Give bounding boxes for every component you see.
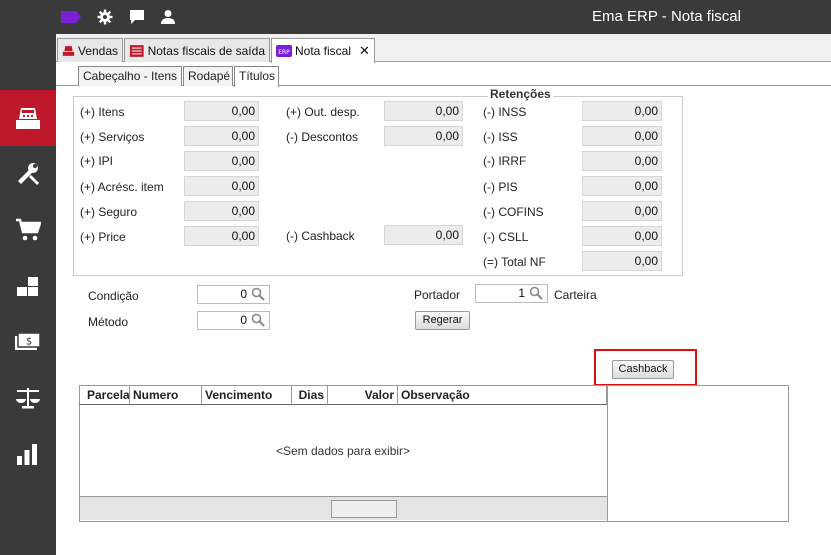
- top-bar: Ema ERP - Nota fiscal: [0, 0, 831, 34]
- sidebar-item-purchases[interactable]: [0, 202, 56, 258]
- portador-label: Portador: [414, 288, 461, 302]
- ipi-value: 0,00: [184, 151, 259, 171]
- close-icon[interactable]: ✕: [359, 43, 370, 59]
- search-icon[interactable]: [251, 313, 265, 327]
- subtab-label: Rodapé: [188, 69, 231, 83]
- csll-value: 0,00: [582, 226, 662, 246]
- cofins-label: (-) COFINS: [483, 205, 544, 219]
- retencoes-legend: Retenções: [488, 87, 553, 101]
- tab-notas-fiscais-de-saida[interactable]: Notas fiscais de saída: [124, 38, 270, 62]
- empty-message: <Sem dados para exibir>: [275, 444, 411, 458]
- descontos-value: 0,00: [384, 126, 463, 146]
- sidebar-item-accounting[interactable]: [0, 370, 56, 426]
- search-icon[interactable]: [251, 287, 265, 301]
- tab-label: Nota fiscal: [295, 44, 352, 58]
- subtab-rodape[interactable]: Rodapé: [183, 66, 233, 86]
- sidebar: $: [0, 34, 56, 555]
- svg-text:$: $: [26, 337, 32, 348]
- descontos-label: (-) Descontos: [286, 130, 359, 144]
- csll-label: (-) CSLL: [483, 230, 529, 244]
- sub-tab-bar: Cabeçalho - Itens Rodapé Títulos: [56, 62, 831, 87]
- subtab-label: Cabeçalho - Itens: [83, 69, 178, 83]
- col-numero[interactable]: Numero: [130, 386, 202, 405]
- itens-value: 0,00: [184, 101, 259, 121]
- iss-label: (-) ISS: [483, 130, 518, 144]
- cofins-value: 0,00: [582, 201, 662, 221]
- pis-value: 0,00: [582, 176, 662, 196]
- search-icon[interactable]: [529, 286, 543, 300]
- out-desp-label: (+) Out. desp.: [286, 105, 360, 119]
- inss-label: (-) INSS: [483, 105, 527, 119]
- acresc-item-label: (+) Acrésc. item: [80, 180, 164, 194]
- sidebar-item-reports[interactable]: [0, 426, 56, 482]
- app-title: Ema ERP - Nota fiscal: [592, 8, 741, 25]
- iss-value: 0,00: [582, 126, 662, 146]
- metodo-label: Método: [88, 315, 129, 329]
- servicos-value: 0,00: [184, 126, 259, 146]
- tag-icon[interactable]: [60, 9, 82, 25]
- total-nf-value: 0,00: [582, 251, 662, 271]
- chat-icon[interactable]: [128, 9, 146, 25]
- register-icon: [62, 45, 75, 56]
- grid-header: Parcela Numero Vencimento Dias Valor Obs…: [79, 386, 607, 405]
- sidebar-item-services[interactable]: [0, 146, 56, 202]
- col-valor[interactable]: Valor: [328, 386, 398, 405]
- grid-scrollbar[interactable]: [80, 496, 607, 520]
- out-desp-value: 0,00: [384, 101, 463, 121]
- acresc-item-value: 0,00: [184, 176, 259, 196]
- subtab-label: Títulos: [239, 69, 276, 83]
- register-icon: [16, 108, 40, 129]
- pis-label: (-) PIS: [483, 180, 518, 194]
- sidebar-item-finance[interactable]: $: [0, 314, 56, 370]
- col-vencimento[interactable]: Vencimento: [202, 386, 292, 405]
- tab-label: Notas fiscais de saída: [147, 43, 265, 58]
- boxes-icon: [17, 277, 38, 296]
- tab-nota-fiscal[interactable]: ERP Nota fiscal ✕: [271, 38, 375, 63]
- erp-icon: ERP: [276, 45, 292, 57]
- cashback-total-label: (-) Cashback: [286, 229, 355, 243]
- condicao-label: Condição: [88, 289, 139, 303]
- tools-icon: [18, 163, 39, 185]
- itens-label: (+) Itens: [80, 105, 125, 119]
- subtab-cabecalho-itens[interactable]: Cabeçalho - Itens: [78, 66, 182, 86]
- main-tab-bar: Vendas Notas fiscais de saída ERP Nota f…: [56, 34, 831, 63]
- sidebar-item-stock[interactable]: [0, 258, 56, 314]
- col-dias[interactable]: Dias: [292, 386, 328, 405]
- user-icon[interactable]: [159, 9, 177, 25]
- irrf-label: (-) IRRF: [483, 154, 527, 168]
- grid-divider: [607, 386, 608, 522]
- scroll-thumb[interactable]: [331, 500, 397, 518]
- tab-vendas[interactable]: Vendas: [57, 38, 123, 62]
- price-value: 0,00: [184, 226, 259, 246]
- total-nf-label: (=) Total NF: [483, 255, 546, 269]
- ipi-label: (+) IPI: [80, 154, 114, 168]
- seguro-value: 0,00: [184, 201, 259, 221]
- sidebar-item-sales[interactable]: [0, 90, 56, 146]
- regerar-button[interactable]: Regerar: [415, 311, 470, 330]
- bar-chart-icon: [17, 444, 37, 465]
- highlight-box: [594, 349, 697, 386]
- money-icon: $: [15, 332, 41, 350]
- seguro-label: (+) Seguro: [80, 205, 138, 219]
- col-parcela[interactable]: Parcela: [84, 386, 130, 405]
- gear-icon[interactable]: [96, 9, 114, 25]
- scale-icon: [16, 388, 40, 409]
- price-label: (+) Price: [80, 230, 126, 244]
- inss-value: 0,00: [582, 101, 662, 121]
- tab-label: Vendas: [77, 43, 118, 58]
- cart-icon: [16, 218, 41, 241]
- invoice-icon: [129, 44, 144, 57]
- irrf-value: 0,00: [582, 151, 662, 171]
- cashback-total-value: 0,00: [384, 225, 463, 245]
- svg-text:ERP: ERP: [278, 49, 290, 56]
- subtab-titulos[interactable]: Títulos: [234, 66, 279, 87]
- servicos-label: (+) Serviços: [80, 130, 145, 144]
- carteira-label: Carteira: [554, 288, 597, 302]
- col-observacao[interactable]: Observação: [398, 386, 606, 405]
